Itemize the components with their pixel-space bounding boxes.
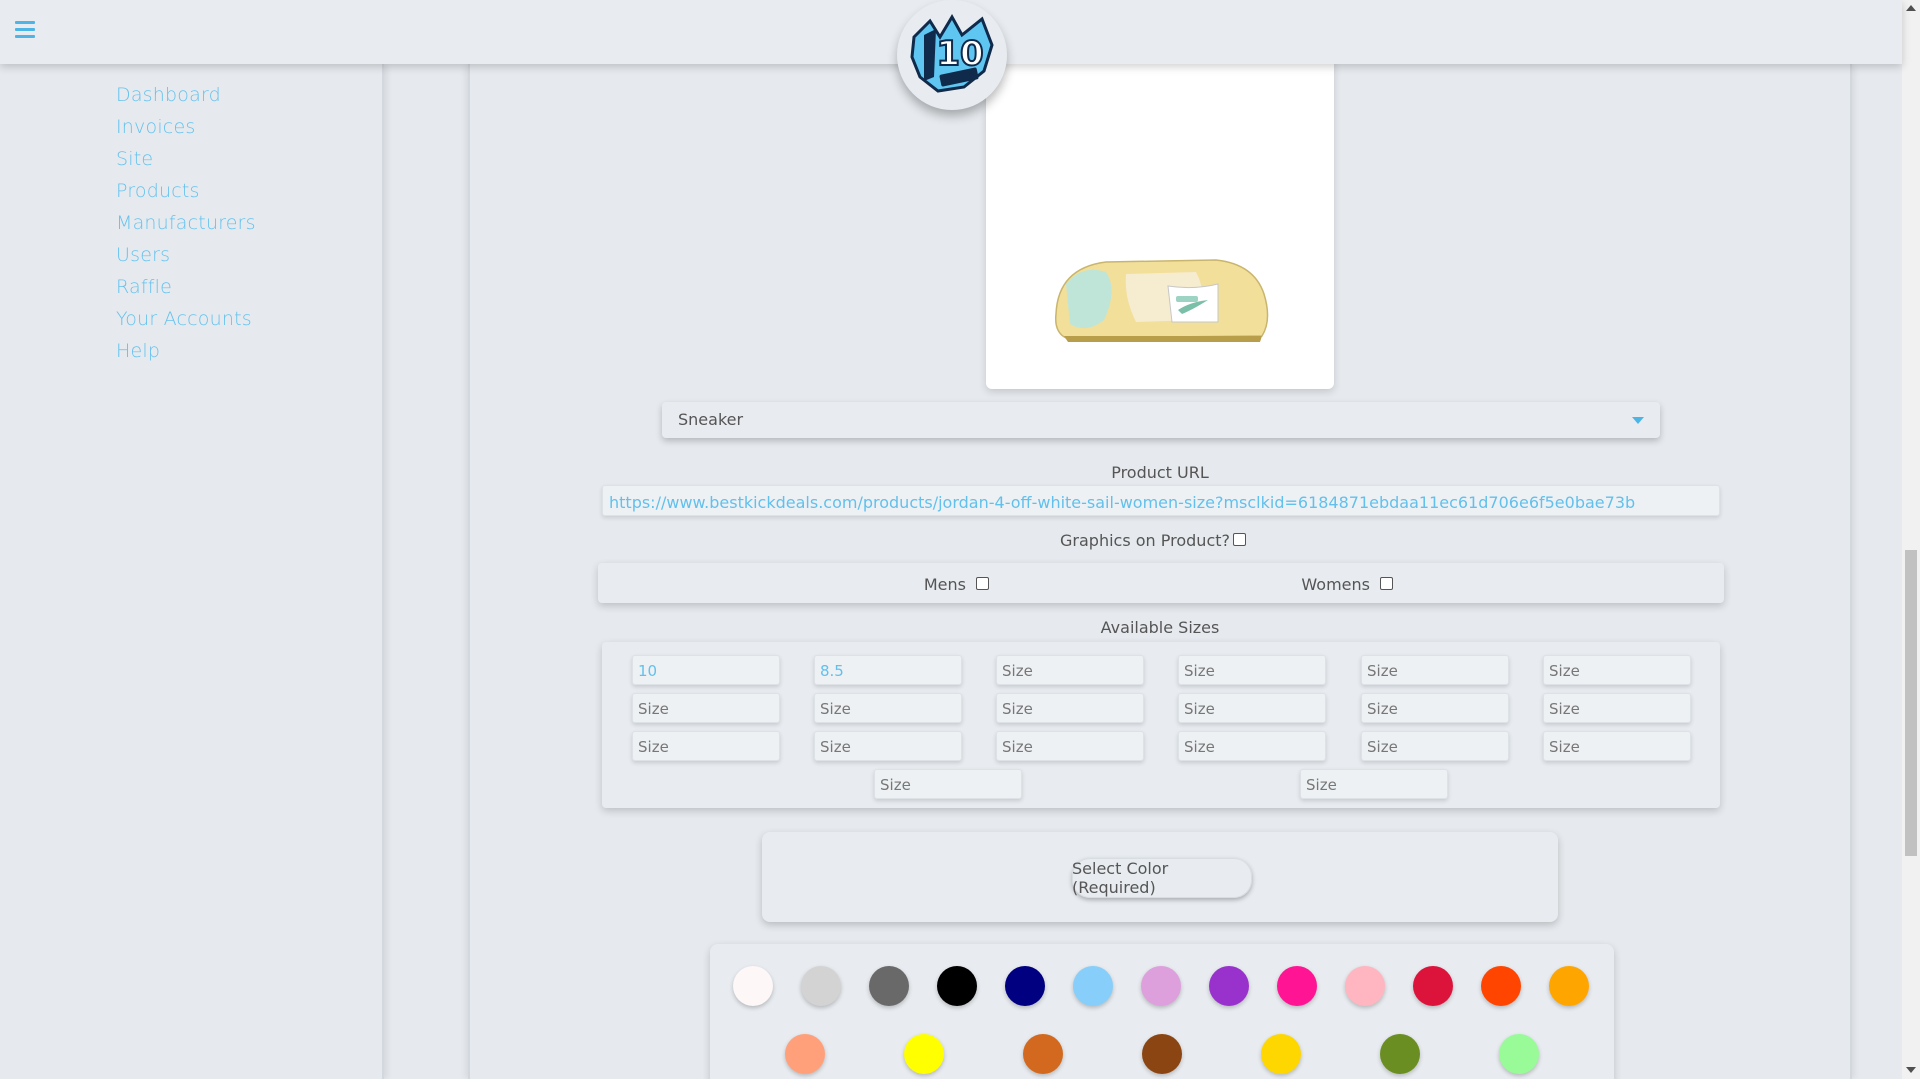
svg-text:10: 10 [936, 34, 983, 74]
color-swatch[interactable] [1380, 1034, 1420, 1074]
size-input[interactable]: Size [996, 655, 1144, 685]
product-url-input[interactable]: https://www.bestkickdeals.com/products/j… [602, 485, 1720, 516]
color-swatch[interactable] [1073, 966, 1113, 1006]
mens-checkbox[interactable] [976, 577, 989, 590]
sidebar-item-raffle[interactable]: Raffle [116, 276, 256, 308]
color-swatch[interactable] [1345, 966, 1385, 1006]
chevron-down-icon [1632, 417, 1644, 424]
color-swatch[interactable] [733, 966, 773, 1006]
sidebar-nav: Dashboard Invoices Site Products Manufac… [116, 84, 256, 372]
scrollbar[interactable] [1902, 0, 1920, 1079]
size-input[interactable]: Size [632, 693, 780, 723]
color-swatch[interactable] [1549, 966, 1589, 1006]
color-swatch[interactable] [1209, 966, 1249, 1006]
womens-checkbox[interactable] [1380, 577, 1393, 590]
graphics-checkbox[interactable] [1233, 533, 1246, 546]
select-color-button[interactable]: Select Color (Required) [1072, 858, 1252, 898]
scrollbar-thumb[interactable] [1905, 550, 1917, 856]
color-swatch[interactable] [1023, 1034, 1063, 1074]
womens-label: Womens [1301, 575, 1370, 594]
mens-label: Mens [923, 575, 966, 594]
available-sizes-label: Available Sizes [1100, 618, 1220, 637]
product-image [986, 58, 1334, 389]
sidebar-item-users[interactable]: Users [116, 244, 256, 276]
size-input[interactable]: Size [1178, 655, 1326, 685]
color-swatch[interactable] [1413, 966, 1453, 1006]
size-input[interactable]: Size [1543, 693, 1691, 723]
color-swatch[interactable] [869, 966, 909, 1006]
size-input[interactable]: Size [814, 731, 962, 761]
size-input[interactable]: Size [1361, 731, 1509, 761]
color-swatch[interactable] [1277, 966, 1317, 1006]
sidebar-item-your-accounts[interactable]: Your Accounts [116, 308, 256, 340]
color-swatch[interactable] [1481, 966, 1521, 1006]
color-swatch[interactable] [1261, 1034, 1301, 1074]
sidebar-item-invoices[interactable]: Invoices [116, 116, 256, 148]
color-swatch[interactable] [937, 966, 977, 1006]
size-input[interactable]: 10 [632, 655, 780, 685]
size-input[interactable]: Size [1178, 731, 1326, 761]
size-input[interactable]: Size [1361, 655, 1509, 685]
size-input[interactable]: Size [996, 731, 1144, 761]
category-select-value: Sneaker [678, 410, 744, 429]
sidebar-item-help[interactable]: Help [116, 340, 256, 372]
color-swatch[interactable] [1142, 1034, 1182, 1074]
color-swatch[interactable] [801, 966, 841, 1006]
gender-group [598, 563, 1724, 603]
size-input[interactable]: Size [632, 731, 780, 761]
size-input[interactable]: 8.5 [814, 655, 962, 685]
graphics-label: Graphics on Product? [1060, 531, 1230, 550]
size-input[interactable]: Size [1543, 655, 1691, 685]
scroll-up-icon[interactable] [1906, 5, 1916, 11]
color-swatch[interactable] [1499, 1034, 1539, 1074]
sidebar-item-dashboard[interactable]: Dashboard [116, 84, 256, 116]
size-input[interactable]: Size [814, 693, 962, 723]
category-select[interactable]: Sneaker [662, 402, 1660, 438]
color-swatch[interactable] [904, 1034, 944, 1074]
size-input[interactable]: Size [874, 769, 1022, 799]
brand-logo[interactable]: 10 [897, 0, 1007, 110]
brand-logo-icon: 10 [910, 14, 994, 93]
size-input[interactable]: Size [996, 693, 1144, 723]
hamburger-icon[interactable] [15, 21, 35, 39]
size-input[interactable]: Size [1178, 693, 1326, 723]
color-swatch[interactable] [785, 1034, 825, 1074]
sneaker-image [1054, 259, 1269, 342]
size-input[interactable]: Size [1543, 731, 1691, 761]
sidebar: Dashboard Invoices Site Products Manufac… [0, 64, 384, 1079]
sidebar-item-products[interactable]: Products [116, 180, 256, 212]
product-url-label: Product URL [1111, 463, 1209, 482]
scroll-down-icon[interactable] [1906, 1067, 1916, 1073]
color-swatch[interactable] [1005, 966, 1045, 1006]
size-input[interactable]: Size [1300, 769, 1448, 799]
sidebar-item-manufacturers[interactable]: Manufacturers [116, 212, 256, 244]
color-swatch[interactable] [1141, 966, 1181, 1006]
sidebar-item-site[interactable]: Site [116, 148, 256, 180]
size-input[interactable]: Size [1361, 693, 1509, 723]
